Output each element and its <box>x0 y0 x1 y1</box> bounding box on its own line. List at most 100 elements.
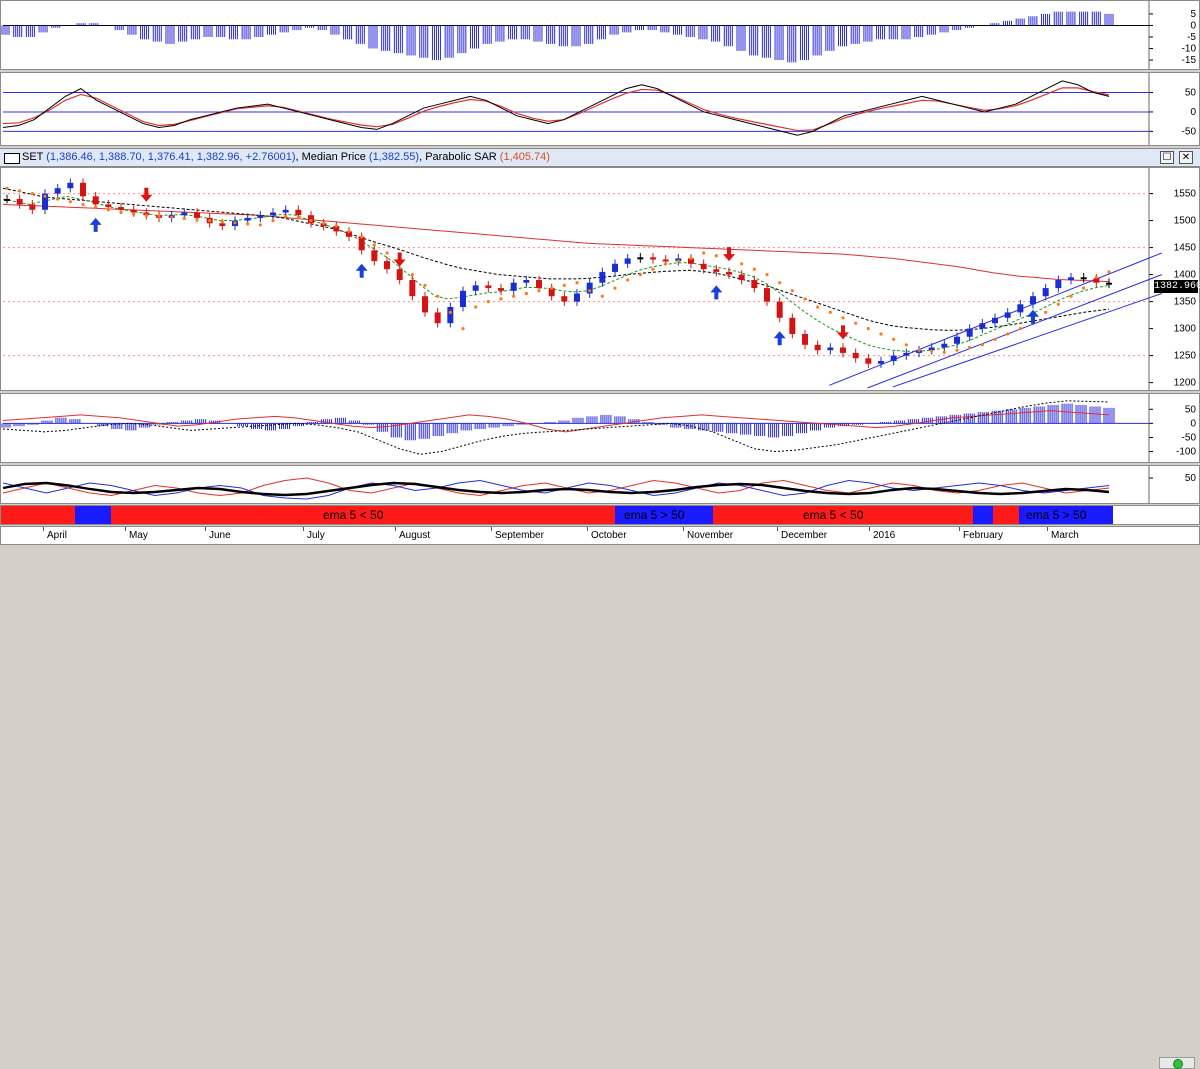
candle-body <box>954 336 960 344</box>
macd-black-line <box>2 400 1110 455</box>
month-tick <box>587 527 588 531</box>
oscillator-lines-pane: 50 0 -50 <box>0 72 1200 146</box>
sar-dot <box>195 217 199 222</box>
y-tick-label: 0 <box>1190 418 1196 429</box>
y-tick-label: 1350 <box>1174 297 1197 308</box>
sar-dot <box>233 221 237 225</box>
macd-pane: 50 0 -50 -100 <box>0 393 1200 463</box>
sar-dot <box>246 222 250 226</box>
sar-dot <box>740 262 744 266</box>
candle-body <box>371 250 378 262</box>
candle-body <box>764 288 770 302</box>
sar-dot <box>879 332 883 336</box>
sar-dot <box>752 267 756 271</box>
ema-segment <box>75 506 111 524</box>
adx-line <box>2 481 1110 497</box>
candle-body <box>966 328 973 337</box>
candle-body <box>447 307 454 324</box>
candle-body <box>16 199 23 205</box>
y-tick-label: -50 <box>1182 126 1197 137</box>
sar-dot <box>1044 310 1048 314</box>
sar-dot <box>904 343 908 347</box>
sar-dot <box>980 343 984 347</box>
sar-dot <box>474 305 478 309</box>
sar-dot <box>702 251 706 255</box>
sar-dot <box>512 294 516 298</box>
candle-body <box>979 323 986 329</box>
sar-dot <box>930 349 934 353</box>
y-tick-label: 1550 <box>1174 189 1197 200</box>
y-tick-label: -50 <box>1182 432 1197 443</box>
buy-arrow-icon <box>355 263 368 278</box>
buy-arrow-icon <box>89 217 102 232</box>
sar-dot <box>803 297 807 301</box>
status-dot-icon <box>1173 1059 1183 1069</box>
candle-body <box>776 301 783 318</box>
sar-dot <box>575 281 579 285</box>
y-tick-label: 1300 <box>1174 324 1197 335</box>
ema-segment: ema 5 > 50 <box>1019 506 1113 524</box>
restore-button[interactable]: ☐ <box>1160 151 1174 164</box>
month-label: June <box>209 530 231 541</box>
candle-body <box>105 204 112 208</box>
y-tick-label: -10 <box>1182 44 1197 55</box>
ohlc-values: (1,386.46, 1,388.70, 1,376.41, 1,382.96,… <box>46 151 296 163</box>
oscillator-histogram-svg: 50-5-10-15 <box>1 1 1197 69</box>
sar-dot <box>499 297 503 301</box>
candle-body <box>130 209 137 213</box>
sar-dot <box>1056 302 1060 306</box>
y-tick-label: 50 <box>1185 88 1197 99</box>
y-tick-label: -5 <box>1187 32 1196 43</box>
month-label: November <box>687 530 734 541</box>
sar-dot <box>360 235 364 239</box>
price-chart-pane: 1550 1500 1450 1400 1350 1300 1250 1200 <box>0 167 1200 391</box>
candle-body <box>194 212 200 218</box>
candle-body <box>1042 288 1049 297</box>
buy-arrow-icon <box>1027 309 1039 324</box>
candle-body <box>358 236 365 251</box>
sar-dot <box>5 186 9 190</box>
sar-dot <box>410 273 414 277</box>
buy-arrow-icon <box>773 331 786 346</box>
macd-svg: 50 0 -50 -100 <box>1 394 1197 462</box>
sar-dot <box>144 213 148 217</box>
sar-dot <box>448 310 452 314</box>
candle-body <box>890 355 897 361</box>
sar-dot <box>917 348 921 352</box>
sar-dot <box>765 273 769 277</box>
sar-dot <box>30 192 34 196</box>
sar-dot <box>588 289 592 293</box>
candle-body <box>713 269 720 272</box>
sar-dot <box>1094 275 1098 279</box>
month-label: February <box>963 530 1004 541</box>
median-price-value: (1,382.55) <box>368 151 420 163</box>
candle-body <box>1080 277 1087 280</box>
sar-dot <box>942 350 946 354</box>
sar-dot <box>322 221 326 225</box>
candle-body <box>637 257 644 260</box>
sar-dot <box>664 262 668 266</box>
sar-dot <box>94 205 98 209</box>
symbol-label: SET <box>22 151 44 163</box>
y-tick-label: 1250 <box>1174 351 1197 362</box>
sar-dot <box>170 215 174 219</box>
sar-dot <box>841 316 845 320</box>
moving-average-black <box>2 187 1110 331</box>
sar-dot <box>43 194 47 198</box>
candle-body <box>1055 280 1062 289</box>
sar-dot <box>296 216 300 220</box>
candle-body <box>726 271 732 275</box>
ema-segment-label: ema 5 < 50 <box>803 508 864 522</box>
sar-dot <box>600 294 604 298</box>
month-axis: April May June July August September October No… <box>0 526 1200 1069</box>
candle-body <box>865 358 872 364</box>
y-tick-label: 50 <box>1185 473 1197 484</box>
ema-segment: ema 5 < 50 <box>111 506 615 524</box>
sar-dot <box>132 212 136 216</box>
candle-body <box>384 261 390 270</box>
close-button[interactable]: ✕ <box>1179 151 1193 164</box>
sar-dot <box>372 243 376 247</box>
y-tick-label: -15 <box>1182 55 1197 66</box>
sar-dot <box>778 281 782 285</box>
month-label: May <box>129 530 148 541</box>
